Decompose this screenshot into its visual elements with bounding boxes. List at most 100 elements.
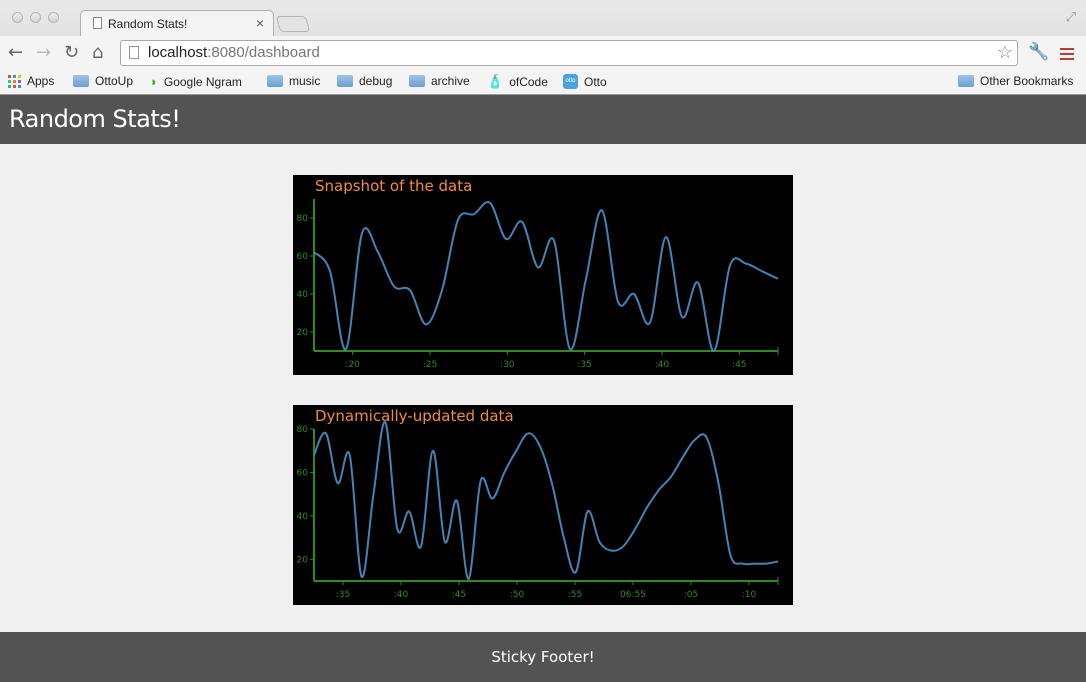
data-point — [777, 561, 779, 563]
url-text[interactable]: localhost:8080/dashboard — [148, 44, 320, 61]
x-tick-label: :25 — [423, 360, 437, 370]
data-point — [384, 422, 386, 424]
bookmark-debug[interactable]: debug — [337, 74, 392, 88]
fullscreen-icon[interactable]: ⤢ — [1066, 10, 1076, 25]
data-point — [521, 221, 523, 223]
apps-grid-icon — [8, 74, 21, 88]
data-point — [468, 578, 470, 580]
data-point — [492, 498, 494, 500]
y-tick-label: 60 — [297, 252, 309, 262]
data-point — [682, 456, 684, 458]
data-point — [527, 432, 529, 434]
bookmark-label: OttoUp — [95, 74, 134, 88]
data-point — [745, 263, 747, 265]
data-point — [575, 571, 577, 573]
page-title: Random Stats! — [9, 105, 181, 133]
data-point — [425, 323, 427, 325]
data-point — [706, 437, 708, 439]
bookmark-other[interactable]: Other Bookmarks — [958, 74, 1073, 88]
window-controls — [12, 12, 59, 23]
x-tick-label: 06:55 — [620, 590, 646, 600]
bookmark-google-ngram[interactable]: ◗ Google Ngram — [150, 74, 242, 89]
data-point — [765, 563, 767, 565]
data-point — [537, 266, 539, 268]
bookmark-label: music — [289, 74, 321, 88]
data-point — [473, 213, 475, 215]
data-point — [329, 270, 331, 272]
chart-title: Snapshot of the data — [315, 177, 472, 195]
reload-icon[interactable]: ↻ — [64, 42, 79, 63]
bookmark-archive[interactable]: archive — [409, 74, 470, 88]
chart-svg: Snapshot of the data 20 40 60 80:20:25:30:35… — [297, 177, 779, 370]
data-point — [718, 482, 720, 484]
y-tick-label: 40 — [297, 512, 309, 522]
feed-icon: ◗ — [150, 74, 158, 89]
tab-close-icon[interactable]: × — [256, 15, 264, 31]
browser-tab[interactable]: Random Stats! × — [80, 10, 274, 36]
bookmark-label: Otto — [584, 74, 607, 89]
data-point — [457, 219, 459, 221]
data-point — [729, 554, 731, 556]
x-tick-label: :10 — [742, 590, 757, 600]
bookmark-star-icon[interactable]: ☆ — [997, 42, 1013, 63]
data-point — [697, 282, 699, 284]
menu-icon[interactable] — [1060, 48, 1074, 63]
footer-text: Sticky Footer! — [491, 648, 595, 666]
folder-icon — [409, 75, 425, 87]
address-bar[interactable]: localhost:8080/dashboard ☆ — [120, 40, 1018, 66]
data-point — [409, 289, 411, 291]
data-point — [337, 482, 339, 484]
bookmark-music[interactable]: music — [267, 74, 320, 88]
data-point — [713, 350, 715, 352]
data-point — [432, 450, 434, 452]
minimize-window-button[interactable] — [30, 12, 41, 23]
bookmarks-bar: Apps OttoUp ◗ Google Ngram music debug a… — [0, 70, 1086, 94]
data-point — [587, 511, 589, 513]
y-tick-label: 80 — [297, 425, 309, 435]
data-point — [456, 500, 458, 502]
bookmark-otto[interactable]: otto Otto — [563, 74, 607, 89]
bookmark-apps[interactable]: Apps — [8, 74, 54, 88]
forward-icon[interactable]: → — [36, 42, 51, 63]
zoom-window-button[interactable] — [48, 12, 59, 23]
new-tab-button[interactable] — [275, 16, 311, 32]
data-point — [601, 209, 603, 211]
wrench-icon[interactable]: 🔧 — [1028, 42, 1049, 62]
back-icon[interactable]: ← — [8, 42, 23, 63]
data-point — [585, 278, 587, 280]
x-tick-label: :05 — [684, 590, 698, 600]
folder-icon — [73, 75, 89, 87]
bottle-icon: 🧴 — [487, 74, 504, 89]
data-point — [345, 348, 347, 350]
chart-title: Dynamically-updated data — [315, 407, 514, 425]
series-line — [313, 421, 779, 580]
data-point — [480, 480, 482, 482]
data-point — [646, 506, 648, 508]
home-icon[interactable]: ⌂ — [92, 42, 103, 63]
chart-dynamic: Dynamically-updated data 20 40 60 80:35:40:4… — [293, 405, 793, 605]
bookmark-label: Google Ngram — [163, 74, 242, 89]
data-point — [633, 293, 635, 295]
x-tick-label: :45 — [452, 590, 466, 600]
data-point — [551, 482, 553, 484]
data-point — [377, 251, 379, 253]
app-header: Random Stats! — [0, 95, 1086, 144]
close-window-button[interactable] — [12, 12, 23, 23]
data-point — [622, 545, 624, 547]
page-icon — [129, 46, 139, 59]
x-tick-label: :20 — [345, 360, 360, 370]
data-point — [420, 545, 422, 547]
bookmark-ottoup[interactable]: OttoUp — [73, 74, 133, 88]
data-point — [694, 439, 696, 441]
data-point — [569, 348, 571, 350]
tab-title: Random Stats! — [108, 17, 188, 31]
bookmark-ofcode[interactable]: 🧴 ofCode — [487, 74, 548, 90]
data-point — [665, 236, 667, 238]
page-icon — [93, 17, 102, 29]
y-tick-label: 40 — [297, 290, 309, 300]
bookmark-label: Other Bookmarks — [980, 74, 1074, 88]
data-point — [505, 238, 507, 240]
data-point — [649, 322, 651, 324]
data-point — [681, 316, 683, 318]
data-point — [325, 432, 327, 434]
